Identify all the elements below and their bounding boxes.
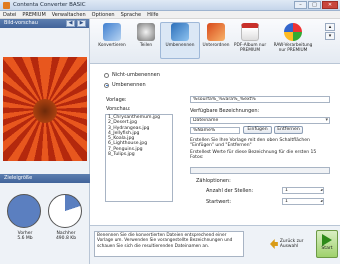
list-item[interactable]: 8_Tulips.jpg xyxy=(106,152,172,157)
minimize-button[interactable]: – xyxy=(294,1,307,9)
back-label: Zurück zur Auswahl xyxy=(279,239,304,249)
start-label: Start xyxy=(321,246,333,251)
toolbar: Konvertieren Teilen Umbenennen Unterordn… xyxy=(90,19,340,64)
digits-stepper[interactable]: 1 xyxy=(282,187,324,194)
preview-header: Bild-vorschau ◀ ▶ xyxy=(0,19,89,28)
left-pane: Bild-vorschau ◀ ▶ Zieleigröße Vorher 5.6… xyxy=(0,19,90,264)
toolbar-scroll: ▴ ▾ xyxy=(322,22,338,41)
menu-bar: Datei PREMIUM Verwaltachen Optionen Spra… xyxy=(0,11,340,19)
menu-file[interactable]: Datei xyxy=(0,11,19,18)
app-icon xyxy=(3,2,10,9)
window-title: Contenta Converter BASIC xyxy=(13,2,86,8)
play-icon xyxy=(322,234,332,246)
values-input[interactable] xyxy=(190,167,330,174)
pdf-album-tool-button[interactable]: PDF-Album nur PREMIUM xyxy=(230,23,270,53)
menu-options[interactable]: Optionen xyxy=(89,11,118,18)
preview-header-label: Bild-vorschau xyxy=(4,20,38,26)
image-preview xyxy=(3,57,87,161)
back-arrow-icon xyxy=(270,239,278,249)
footer: Benennen Sie die konvertierten Dateien e… xyxy=(90,225,340,264)
after-pie-chart xyxy=(48,194,82,228)
counter-options-label: Zähloptionen: xyxy=(196,178,231,184)
digits-label: Anzahl der Stellen: xyxy=(206,188,254,194)
values-help-text: Erstellest Werte für diese Bezeichnung f… xyxy=(190,150,317,161)
subfolder-icon xyxy=(207,23,225,41)
before-size-value: 5.6 Mb xyxy=(17,236,33,241)
available-tags-dropdown[interactable]: Dateiname xyxy=(190,117,330,124)
share-icon xyxy=(137,23,155,41)
start-button[interactable]: Start xyxy=(316,230,338,258)
hint-text: Benennen Sie die konvertierten Dateien e… xyxy=(94,231,244,257)
tag-input[interactable]: %Name% xyxy=(190,127,240,134)
preview-file-list[interactable]: 1_Chrysanthemum.jpg 2_Desert.jpg 3_Hydra… xyxy=(105,114,173,202)
pdf-icon xyxy=(241,23,259,41)
available-tags-label: Verfügbare Bezeichnungen: xyxy=(190,108,260,114)
next-image-button[interactable]: ▶ xyxy=(77,20,86,27)
no-rename-radio[interactable] xyxy=(104,72,109,78)
disk-header-label: Zieleigröße xyxy=(4,175,33,181)
menu-language[interactable]: Sprache xyxy=(118,11,144,18)
menu-help[interactable]: Hilfe xyxy=(144,11,161,18)
before-size: Vorher 5.6 Mb xyxy=(7,194,43,246)
rename-tool-label: Umbenennen xyxy=(165,43,195,48)
menu-manage[interactable]: Verwaltachen xyxy=(49,11,89,18)
flower-center xyxy=(33,99,57,123)
no-rename-option[interactable]: Nicht-umbenennen xyxy=(104,72,160,78)
toolbar-scroll-up-button[interactable]: ▴ xyxy=(325,23,335,31)
start-value-label: Startwert: xyxy=(206,199,232,205)
convert-icon xyxy=(103,23,121,41)
template-label: Vorlage: xyxy=(106,97,127,103)
before-pie-chart xyxy=(7,194,41,228)
rename-label: Umbenennen xyxy=(112,82,146,88)
raw-tool-label: RAW-Verarbeitung nur PREMIUM xyxy=(273,43,313,53)
maximize-button[interactable]: □ xyxy=(308,1,321,9)
after-size-value: 490.8 Kb xyxy=(55,236,77,241)
preview-label: Vorschau: xyxy=(106,106,131,112)
menu-premium[interactable]: PREMIUM xyxy=(19,11,48,18)
close-button[interactable]: ✕ xyxy=(322,1,338,9)
disk-header: Zieleigröße xyxy=(0,174,90,183)
back-to-selection-button[interactable]: Zurück zur Auswahl xyxy=(270,233,314,255)
remove-button[interactable]: Entfernen xyxy=(274,126,303,134)
rename-icon xyxy=(171,23,189,41)
template-help-text: Erstellen Sie Ihre Vorlage mit den oben … xyxy=(190,138,310,149)
after-size: Nachher 490.8 Kb xyxy=(48,194,84,246)
insert-button[interactable]: Einfügen xyxy=(243,126,272,134)
prev-image-button[interactable]: ◀ xyxy=(66,20,75,27)
pdf-album-tool-label: PDF-Album nur PREMIUM xyxy=(233,43,267,53)
no-rename-label: Nicht-umbenennen xyxy=(112,72,160,78)
raw-icon xyxy=(284,23,302,41)
template-input[interactable]: %sourfa%_%vara%_%ext% xyxy=(190,96,330,103)
rename-tool-button[interactable]: Umbenennen xyxy=(160,22,200,59)
raw-tool-button[interactable]: RAW-Verarbeitung nur PREMIUM xyxy=(270,23,316,53)
start-value-stepper[interactable]: 1 xyxy=(282,198,324,205)
rename-radio[interactable] xyxy=(104,82,109,88)
rename-option[interactable]: Umbenennen xyxy=(104,82,146,88)
toolbar-scroll-down-button[interactable]: ▾ xyxy=(325,32,335,40)
title-bar: Contenta Converter BASIC – □ ✕ xyxy=(0,0,340,11)
rename-panel: Nicht-umbenennen Umbenennen Vorlage: %so… xyxy=(90,64,340,225)
